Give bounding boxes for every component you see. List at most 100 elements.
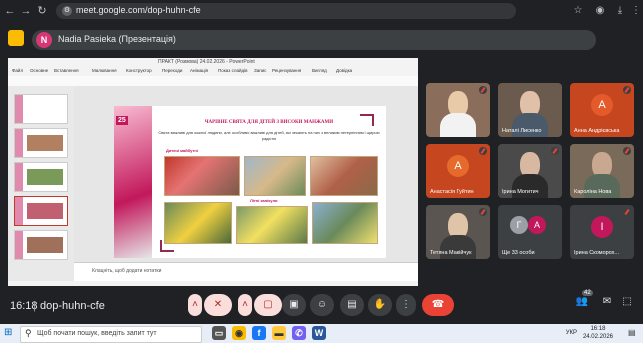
participant-avatar: А [528, 216, 546, 234]
mic-off-icon [479, 208, 487, 216]
more-options-button[interactable]: ⋮ [396, 294, 416, 316]
ribbon-tab[interactable]: Анімація [190, 68, 208, 73]
participant-tile[interactable]: Тетяна Макійчук [426, 205, 490, 259]
site-info-icon[interactable]: ⚙ [62, 6, 72, 16]
ribbon-tab[interactable]: Конструктор [126, 68, 152, 73]
present-button[interactable]: ▣ [282, 294, 306, 316]
slide-thumb[interactable] [14, 162, 68, 192]
ribbon-tab[interactable]: Довідка [336, 68, 352, 73]
task-view-icon[interactable]: ▭ [212, 326, 226, 340]
slide-photo [312, 202, 378, 244]
participant-tile[interactable]: Кароліна Нова [570, 144, 634, 198]
presenter-chip[interactable]: N Nadia Pasieka (Презентація) [32, 30, 596, 50]
ribbon-tab[interactable]: Файл [12, 68, 23, 73]
participant-tile[interactable]: Ірина Могитич [498, 144, 562, 198]
participant-tile[interactable]: А Анастасія Гуйтин [426, 144, 490, 198]
slide-title: ЧАРІВНЕ СВЯТА ДЛЯ ДІТЕЙ З ВИСОКИ МАНЖАМИ [204, 120, 334, 125]
notes-pane[interactable]: Клацніть, щоб додати нотатки [74, 262, 418, 282]
camera-options-chevron-icon[interactable]: ˄ [238, 294, 252, 316]
slide-subtitle: Свята важливі для кожної людини, але осо… [158, 130, 380, 141]
presenter-avatar: N [36, 32, 52, 48]
slide-logo: 25 [116, 116, 128, 125]
participant-avatar: А [447, 155, 469, 177]
clock-time: 16:18 [590, 326, 606, 332]
ribbon-tab[interactable]: Основне [30, 68, 48, 73]
participant-name: Тетяна Макійчук [430, 250, 472, 256]
ribbon-tab[interactable]: Переходи [162, 68, 182, 73]
leave-call-button[interactable]: ☎ [422, 294, 454, 316]
participant-tile[interactable]: І Ірина Скоморох... [570, 205, 634, 259]
participant-name: Кароліна Нова [574, 189, 612, 195]
ribbon-tab[interactable]: Малювання [92, 68, 117, 73]
mic-off-button[interactable]: ✕ [204, 294, 232, 316]
slide-caption: Літні канікули [250, 198, 278, 203]
bookmark-star-icon[interactable]: ☆ [572, 5, 584, 17]
system-clock[interactable]: 16:18 24.02.2026 [583, 325, 613, 341]
ppt-statusbar [8, 281, 418, 286]
windows-start-icon[interactable]: ⊞ [4, 327, 16, 339]
search-placeholder: Щоб почати пошук, введіть запит тут [37, 330, 157, 337]
file-explorer-icon[interactable]: ▬ [272, 326, 286, 340]
ribbon-tab[interactable]: Рецензування [272, 68, 301, 73]
slide-thumb[interactable] [14, 230, 68, 260]
menu-icon[interactable]: ⋮ [630, 5, 642, 17]
people-icon[interactable]: 👥 [574, 296, 590, 312]
slide-photo [310, 156, 378, 196]
chrome-icon[interactable]: ◉ [232, 326, 246, 340]
activities-icon[interactable]: ⬚ [620, 296, 634, 312]
participant-name: Ірина Могитич [502, 189, 539, 195]
chat-icon[interactable]: ✉ [600, 296, 614, 312]
downloads-icon[interactable]: ⤓ [614, 5, 626, 17]
shared-screen: ПРАКТ (Розмова) 24.02.2026 - PowerPoint … [8, 58, 418, 286]
mic-off-icon [623, 208, 631, 216]
participant-tile[interactable]: Наталі Лисенко [498, 83, 562, 137]
mic-options-chevron-icon[interactable]: ˄ [188, 294, 202, 316]
slide-photo [164, 156, 240, 196]
participant-tile-group[interactable]: Г А Ще 33 особи [498, 205, 562, 259]
ribbon-tab[interactable]: Запис [254, 68, 266, 73]
ribbon-tab[interactable]: Вигляд [312, 68, 327, 73]
back-icon[interactable]: ← [4, 5, 16, 17]
notifications-icon[interactable]: ▤ [628, 328, 638, 338]
mic-off-icon [551, 147, 559, 155]
slide-thumbnails [8, 86, 74, 281]
viber-icon[interactable]: ✆ [292, 326, 306, 340]
more-options-icon[interactable] [479, 86, 487, 94]
separator: | [33, 300, 36, 312]
slide-thumb[interactable] [14, 94, 68, 124]
facebook-icon[interactable]: f [252, 326, 266, 340]
presenter-name: Nadia Pasieka (Презентація) [58, 34, 176, 44]
mic-off-icon [623, 147, 631, 155]
search-icon: ⚲ [25, 328, 32, 338]
participant-avatar: Г [510, 216, 528, 234]
ribbon-tab[interactable]: Вставлення [54, 68, 79, 73]
participants-count: 42 [582, 290, 593, 296]
participant-avatar: І [591, 216, 613, 238]
slide-photo [236, 206, 308, 244]
profile-icon[interactable]: ◉ [594, 5, 606, 17]
slide-thumb[interactable] [14, 128, 68, 158]
forward-icon[interactable]: → [20, 5, 32, 17]
address-bar[interactable]: ⚙ meet.google.com/dop-huhn-cfe [56, 3, 516, 19]
mic-off-icon [479, 147, 487, 155]
participant-name: Ще 33 особи [502, 250, 535, 256]
camera-off-button[interactable]: ▢ [254, 294, 282, 316]
url-text: meet.google.com/dop-huhn-cfe [76, 5, 201, 15]
word-icon[interactable]: W [312, 326, 326, 340]
language-indicator[interactable]: УКР [566, 330, 577, 336]
participant-tile[interactable] [426, 83, 490, 137]
ppt-title: ПРАКТ (Розмова) 24.02.2026 - PowerPoint [158, 59, 255, 65]
participant-name: Наталі Лисенко [502, 128, 542, 134]
emoji-button[interactable]: ☺ [310, 294, 334, 316]
notes-placeholder: Клацніть, щоб додати нотатки [92, 268, 162, 274]
mic-off-icon [623, 86, 631, 94]
captions-button[interactable]: ▤ [340, 294, 364, 316]
reload-icon[interactable]: ↻ [36, 5, 48, 17]
raise-hand-button[interactable]: ✋ [368, 294, 392, 316]
slide-thumb-selected[interactable] [14, 196, 68, 226]
participant-tile[interactable]: А Анна Андрієвська [570, 83, 634, 137]
participant-name: Анна Андрієвська [574, 128, 620, 134]
taskbar-search-input[interactable]: ⚲ Щоб почати пошук, введіть запит тут [20, 326, 202, 343]
meeting-code: dop-huhn-cfe [40, 300, 105, 312]
ribbon-tab[interactable]: Показ слайдів [218, 68, 247, 73]
